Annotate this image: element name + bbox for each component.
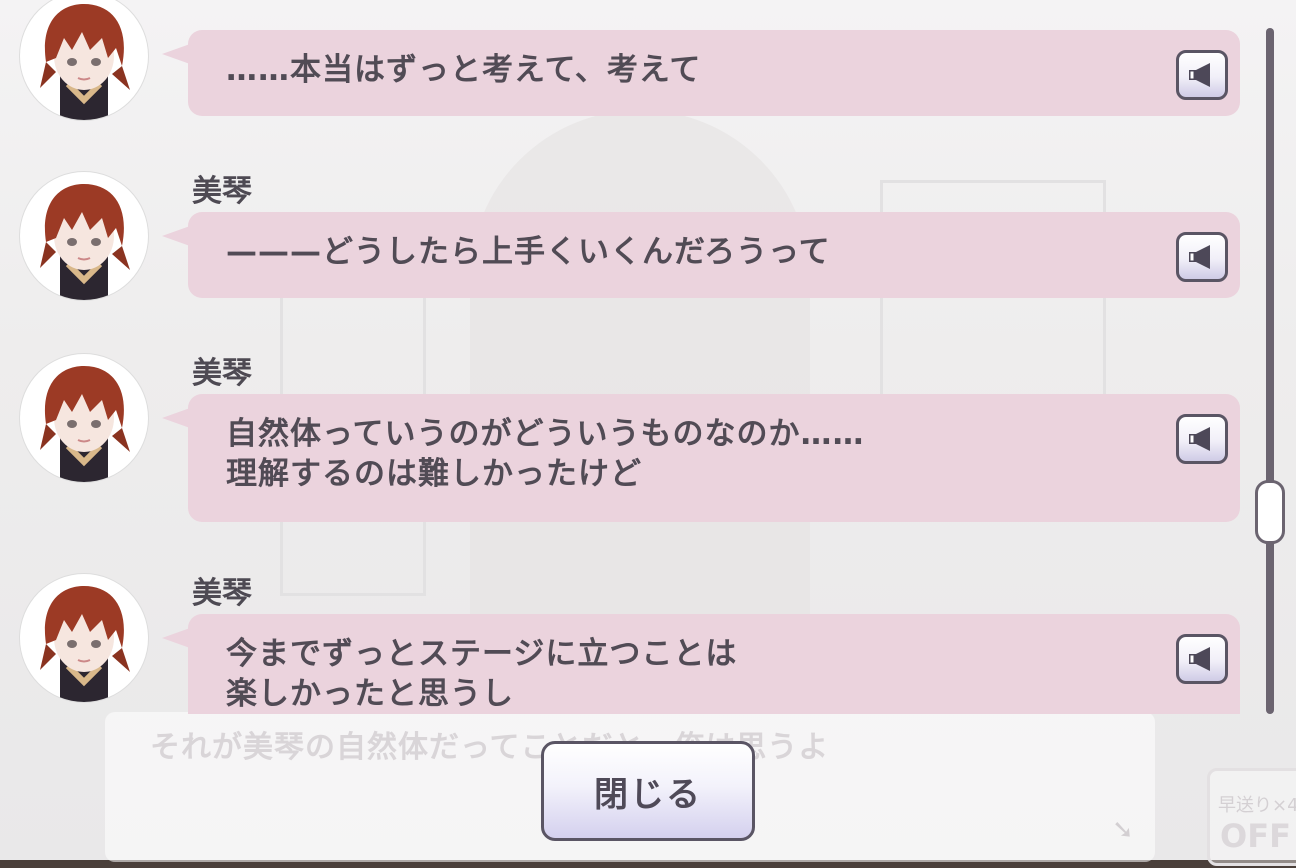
avatar-portrait-icon	[40, 366, 130, 482]
fast-forward-label: 早送り×4	[1218, 795, 1296, 816]
dialogue-bubble: ———どうしたら上手くいくんだろうって	[162, 212, 1240, 298]
voice-replay-button[interactable]	[1176, 232, 1228, 282]
speaker-name: 美琴	[192, 174, 252, 209]
next-arrow-icon: ➘	[1112, 815, 1134, 845]
fast-forward-state: OFF	[1220, 817, 1291, 855]
character-avatar	[20, 574, 148, 702]
dialogue-text: ……本当はずっと考えて、考えて	[226, 52, 702, 88]
speaker-name: 美琴	[192, 576, 252, 611]
dialogue-text: 自然体っていうのがどういうものなのか…… 理解するのは難しかったけど	[226, 416, 865, 492]
avatar-portrait-icon	[40, 184, 130, 300]
fast-forward-toggle: 早送り×4 OFF	[1207, 768, 1296, 866]
close-button-label: 閉じる	[594, 774, 702, 815]
dialogue-log[interactable]: ……本当はずっと考えて、考えて 美琴 ———どうしたら上手くいくんだろうって 美…	[0, 0, 1250, 714]
voice-replay-button[interactable]	[1176, 50, 1228, 100]
speaker-icon	[1189, 647, 1210, 671]
log-scrollbar-track[interactable]	[1266, 28, 1274, 714]
character-avatar	[20, 0, 148, 120]
avatar-portrait-icon	[40, 586, 130, 702]
log-scrollbar-thumb[interactable]	[1255, 480, 1285, 544]
speaker-icon	[1189, 63, 1210, 87]
dialogue-text: 今までずっとステージに立つことは 楽しかったと思うし	[226, 636, 738, 712]
dialogue-text: ———どうしたら上手くいくんだろうって	[226, 234, 831, 270]
avatar-portrait-icon	[40, 4, 130, 120]
speaker-name: 美琴	[192, 356, 252, 391]
dialogue-bubble: 自然体っていうのがどういうものなのか…… 理解するのは難しかったけど	[162, 394, 1240, 522]
character-avatar	[20, 172, 148, 300]
voice-replay-button[interactable]	[1176, 634, 1228, 684]
voice-replay-button[interactable]	[1176, 414, 1228, 464]
dialogue-bubble: 今までずっとステージに立つことは 楽しかったと思うし	[162, 614, 1240, 714]
speaker-icon	[1189, 245, 1210, 269]
speaker-icon	[1189, 427, 1210, 451]
dialogue-bubble: ……本当はずっと考えて、考えて	[162, 30, 1240, 116]
character-avatar	[20, 354, 148, 482]
close-button[interactable]: 閉じる	[541, 741, 755, 841]
